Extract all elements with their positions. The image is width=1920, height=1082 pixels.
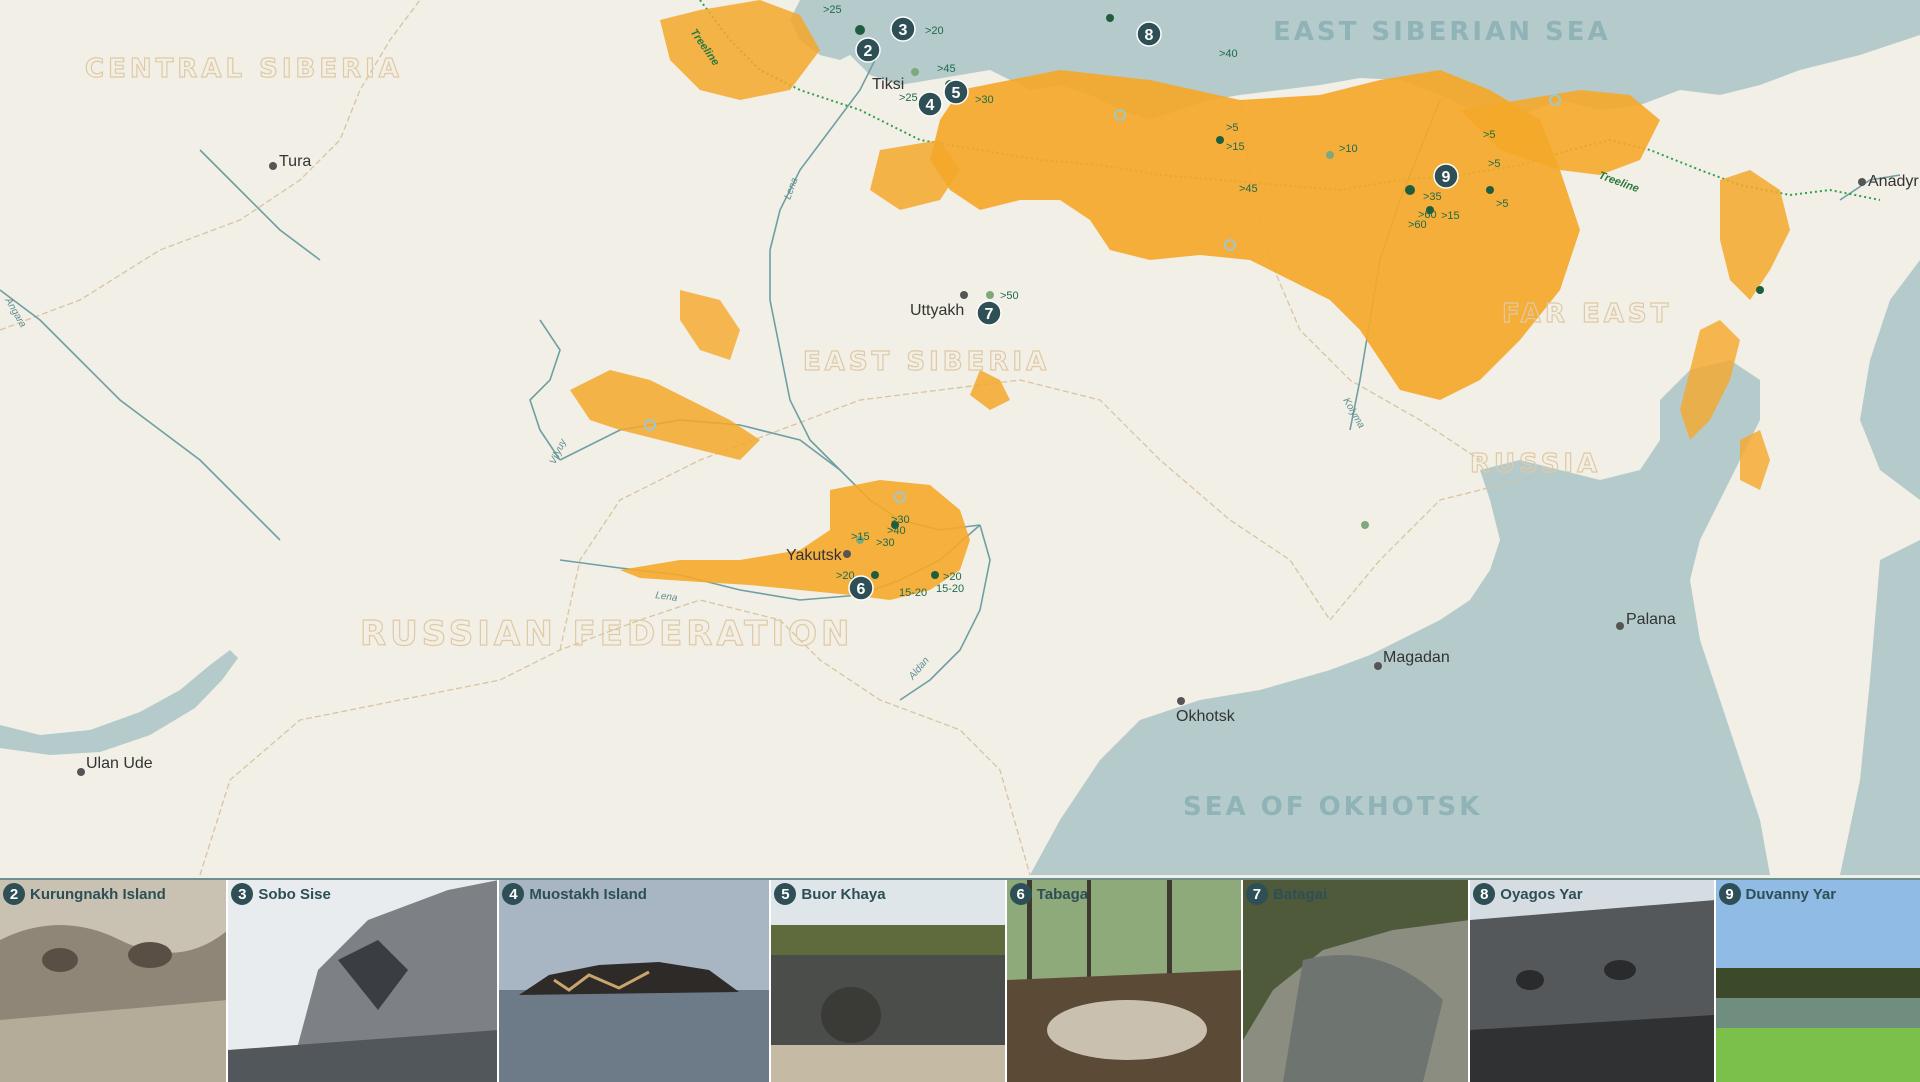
bluff-photo-icon (1470, 880, 1714, 1082)
site-marker-8[interactable]: 8 (1136, 21, 1162, 47)
photo-title: Buor Khaya (801, 885, 886, 903)
svg-text:5: 5 (952, 85, 961, 102)
site-marker-2[interactable]: 2 (855, 37, 881, 63)
riverbank-photo-icon (1715, 880, 1920, 1082)
city-anadyr: Anadyr (1868, 173, 1919, 190)
photo-strip: 2 Kurungnakh Island 3 Sobo Sise 4 Muostakh … (0, 878, 1920, 1082)
photo-buor-khaya[interactable]: 5 Buor Khaya (771, 880, 1007, 1082)
photo-num: 7 (1245, 883, 1268, 905)
depth-label: 15-20 (899, 587, 927, 599)
depth-label: >25 (823, 4, 842, 16)
photo-title: Kurungnakh Island (30, 885, 166, 903)
site-marker-5[interactable]: 5 (943, 79, 969, 105)
bluff-photo-icon (771, 880, 1005, 1082)
region-russian-federation: RUSSIAN FEDERATION (360, 614, 853, 654)
photo-sobo-sise[interactable]: 3 Sobo Sise (228, 880, 500, 1082)
depth-label: 15-20 (936, 583, 964, 595)
photo-title: Sobo Sise (258, 885, 331, 903)
svg-text:7: 7 (985, 306, 994, 323)
depth-label: >60 (1408, 219, 1427, 231)
svg-text:2: 2 (864, 43, 873, 60)
svg-text:8: 8 (1145, 27, 1154, 44)
svg-text:6: 6 (857, 581, 866, 598)
city-ulan-ude: Ulan Ude (86, 755, 153, 772)
site-marker-6[interactable]: 6 (848, 575, 874, 601)
crater-photo-icon (1242, 880, 1469, 1082)
island-photo-icon (499, 880, 770, 1082)
depth-label: >15 (1226, 141, 1245, 153)
yedoma-map: CENTRAL SIBERIA EAST SIBERIA FAR EAST RU… (0, 0, 1920, 875)
site-marker-3[interactable]: 3 (890, 16, 916, 42)
depth-label: >5 (1496, 198, 1509, 210)
photo-num: 8 (1473, 883, 1496, 905)
depth-label: >35 (1423, 191, 1442, 203)
depth-label: >10 (1339, 143, 1358, 155)
depth-label: >40 (1219, 48, 1238, 60)
site-marker-9[interactable]: 9 (1433, 163, 1459, 189)
photo-batagai[interactable]: 7 Batagai (1242, 880, 1471, 1082)
photo-title: Tabaga (1036, 885, 1089, 903)
sea-label-okhotsk: SEA OF OKHOTSK (1183, 792, 1482, 822)
photo-num: 3 (231, 883, 254, 905)
depth-label: >45 (1239, 183, 1258, 195)
svg-text:9: 9 (1442, 169, 1451, 186)
photo-title: Duvanny Yar (1745, 885, 1837, 903)
bluff-photo-icon (0, 880, 227, 1082)
depth-label: >30 (876, 537, 895, 549)
depth-label: >30 (975, 94, 994, 106)
region-east-siberia: EAST SIBERIA (803, 347, 1050, 377)
depth-label: >25 (899, 92, 918, 104)
depth-label: >20 (925, 25, 944, 37)
photo-title: Oyagos Yar (1500, 885, 1583, 903)
sea-label-east-siberian: EAST SIBERIAN SEA (1273, 17, 1611, 47)
photo-num: 9 (1718, 883, 1741, 905)
depth-label: >15 (851, 531, 870, 543)
city-tura: Tura (279, 153, 311, 170)
city-magadan: Magadan (1383, 649, 1450, 666)
city-tiksi: Tiksi (872, 76, 904, 93)
bluff-photo-icon (228, 880, 498, 1082)
region-central-siberia: CENTRAL SIBERIA (85, 54, 403, 84)
depth-label: >15 (1441, 210, 1460, 222)
depth-label: >20 (943, 571, 962, 583)
site-marker-7[interactable]: 7 (976, 300, 1002, 326)
depth-label: >50 (1000, 290, 1019, 302)
site-marker-4[interactable]: 4 (917, 91, 943, 117)
photo-num: 4 (502, 883, 525, 905)
region-russia: RUSSIA (1470, 449, 1601, 479)
photo-title: Batagai (1272, 885, 1328, 903)
city-okhotsk: Okhotsk (1176, 708, 1236, 725)
photo-num: 2 (3, 883, 25, 905)
forest-photo-icon (1006, 880, 1241, 1082)
photo-oyagos-yar[interactable]: 8 Oyagos Yar (1470, 880, 1716, 1082)
depth-label: >5 (1488, 158, 1501, 170)
svg-text:3: 3 (899, 22, 908, 39)
photo-tabaga[interactable]: 6 Tabaga (1006, 880, 1243, 1082)
photo-title: Muostakh Island (529, 885, 647, 903)
photo-duvanny-yar[interactable]: 9 Duvanny Yar (1715, 880, 1920, 1082)
photo-muostakh[interactable]: 4 Muostakh Island (499, 880, 772, 1082)
region-far-east: FAR EAST (1502, 299, 1672, 329)
photo-num: 6 (1009, 883, 1032, 905)
city-yakutsk: Yakutsk (786, 547, 843, 564)
depth-label: >5 (1226, 122, 1239, 134)
depth-label: >45 (937, 63, 956, 75)
photo-num: 5 (774, 883, 797, 905)
svg-text:4: 4 (926, 97, 935, 114)
city-uttyakh: Uttyakh (910, 302, 964, 319)
depth-label: >5 (1483, 129, 1496, 141)
depth-label: >40 (887, 525, 906, 537)
photo-kurungnakh[interactable]: 2 Kurungnakh Island (0, 880, 229, 1082)
city-palana: Palana (1626, 611, 1676, 628)
